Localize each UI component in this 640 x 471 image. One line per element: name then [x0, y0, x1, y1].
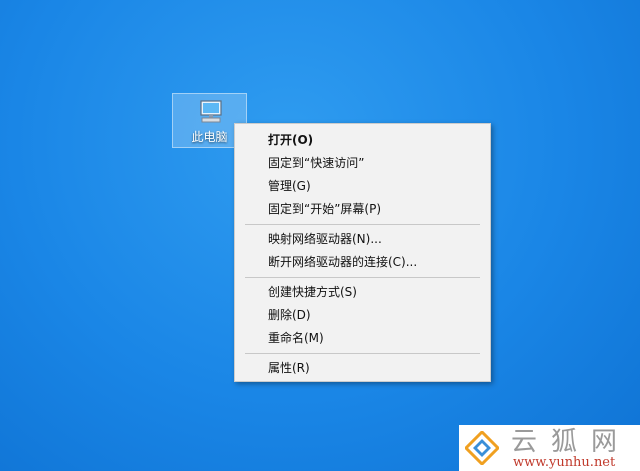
menu-item-disconnect-drive[interactable]: 断开网络驱动器的连接(C)...: [235, 251, 490, 274]
menu-item-manage[interactable]: 管理(G): [235, 175, 490, 198]
context-menu: 打开(O) 固定到“快速访问” 管理(G) 固定到“开始”屏幕(P) 映射网络驱…: [234, 123, 491, 382]
watermark-brand: 云狐网: [511, 427, 632, 457]
menu-item-create-shortcut[interactable]: 创建快捷方式(S): [235, 281, 490, 304]
menu-separator: [245, 353, 480, 354]
menu-item-properties[interactable]: 属性(R): [235, 357, 490, 380]
watermark-url: www.yunhu.net: [513, 455, 616, 470]
computer-icon: [200, 100, 222, 123]
menu-item-pin-start[interactable]: 固定到“开始”屏幕(P): [235, 198, 490, 221]
menu-separator: [245, 224, 480, 225]
yunhu-logo-icon: [465, 431, 499, 465]
watermark: 云狐网 www.yunhu.net: [459, 425, 640, 471]
menu-item-open[interactable]: 打开(O): [235, 129, 490, 152]
menu-item-map-drive[interactable]: 映射网络驱动器(N)...: [235, 228, 490, 251]
menu-item-delete[interactable]: 删除(D): [235, 304, 490, 327]
menu-item-pin-quick-access[interactable]: 固定到“快速访问”: [235, 152, 490, 175]
menu-item-rename[interactable]: 重命名(M): [235, 327, 490, 350]
menu-separator: [245, 277, 480, 278]
